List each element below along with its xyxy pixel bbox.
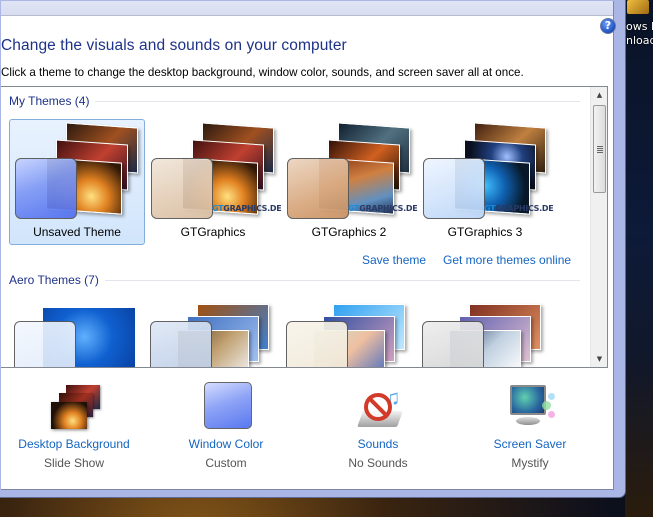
theme-preview [10,120,146,220]
desktop-background-link[interactable]: Desktop Background [0,437,149,451]
page-description: Click a theme to change the desktop back… [1,66,524,79]
screen-saver-icon [500,381,560,431]
sounds-icon: ♫ [348,381,408,431]
sounds-value: No Sounds [348,456,408,470]
theme-gtgraphics-3[interactable]: GTGRAPHICS.DE GTGraphics 3 [417,119,554,245]
theme-name: Unsaved Theme [33,225,121,239]
theme-preview: GTGRAPHICS.DE [282,120,418,220]
theme-preview: GTGRAPHICS.DE [146,120,282,220]
desktop-background-icon [44,381,104,431]
sounds-setting[interactable]: ♫ Sounds No Sounds [303,381,453,471]
theme-gtgraphics-2[interactable]: GTGRAPHICS.DE GTGraphics 2 [281,119,418,245]
navigation-bar [1,1,613,16]
window-content: ? Change the visuals and sounds on your … [0,1,616,490]
window-color-icon [196,381,256,431]
window-color-swatch [286,321,348,367]
desktop-shortcut-icon[interactable] [627,0,649,14]
sounds-link[interactable]: Sounds [303,437,453,451]
page-title: Change the visuals and sounds on your co… [1,37,347,54]
screen-saver-link[interactable]: Screen Saver [455,437,605,451]
scrollbar-thumb[interactable] [593,105,606,193]
window-color-swatch [151,158,213,219]
theme-aero-architecture[interactable] [145,292,281,367]
gtgraphics-watermark: GTGRAPHICS.DE [348,204,418,213]
scroll-down-arrow-icon[interactable]: ▼ [591,351,607,367]
theme-aero-characters[interactable] [281,292,417,367]
gtgraphics-watermark: GTGRAPHICS.DE [212,204,282,213]
window-color-swatch [287,158,349,219]
theme-aero-windows7[interactable] [9,292,145,367]
personalization-window: ? Change the visuals and sounds on your … [0,0,626,498]
desktop-background-setting[interactable]: Desktop Background Slide Show [0,381,149,470]
theme-preview: GTGRAPHICS.DE [418,120,554,220]
get-more-themes-link[interactable]: Get more themes online [443,253,571,267]
desktop-shortcut-label[interactable]: ows I [626,20,653,34]
window-color-setting[interactable]: Window Color Custom [151,381,301,470]
screen-saver-value: Mystify [511,456,549,470]
window-color-swatch [15,158,77,219]
save-theme-link[interactable]: Save theme [362,253,426,267]
scroll-up-arrow-icon[interactable]: ▲ [591,87,607,103]
screen-saver-setting[interactable]: Screen Saver Mystify [455,381,605,470]
theme-list[interactable]: My Themes (4) Unsaved Theme GTGRAPHICS.D… [1,86,608,368]
theme-aero-landscapes[interactable] [417,292,553,367]
window-color-swatch [422,321,484,367]
window-color-value: Custom [205,456,247,470]
window-color-swatch [14,321,76,367]
theme-list-scrollbar[interactable]: ▲ ▼ [590,87,607,367]
theme-unsaved[interactable]: Unsaved Theme [9,119,145,245]
group-header-aero-themes: Aero Themes (7) [9,273,105,287]
theme-gtgraphics[interactable]: GTGRAPHICS.DE GTGraphics [145,119,282,245]
desktop-background-value: Slide Show [43,456,105,470]
theme-name: GTGraphics 3 [447,225,523,239]
help-icon[interactable]: ? [600,18,616,34]
gtgraphics-watermark: GTGRAPHICS.DE [484,204,554,213]
desktop-background [625,0,653,517]
grip-icon [597,146,603,153]
theme-name: GTGraphics [180,225,246,239]
group-header-my-themes: My Themes (4) [9,94,96,108]
window-color-swatch [423,158,485,219]
window-color-swatch [150,321,212,367]
desktop-shortcut-label[interactable]: nload [626,34,653,48]
window-color-link[interactable]: Window Color [151,437,301,451]
theme-name: GTGraphics 2 [311,225,387,239]
